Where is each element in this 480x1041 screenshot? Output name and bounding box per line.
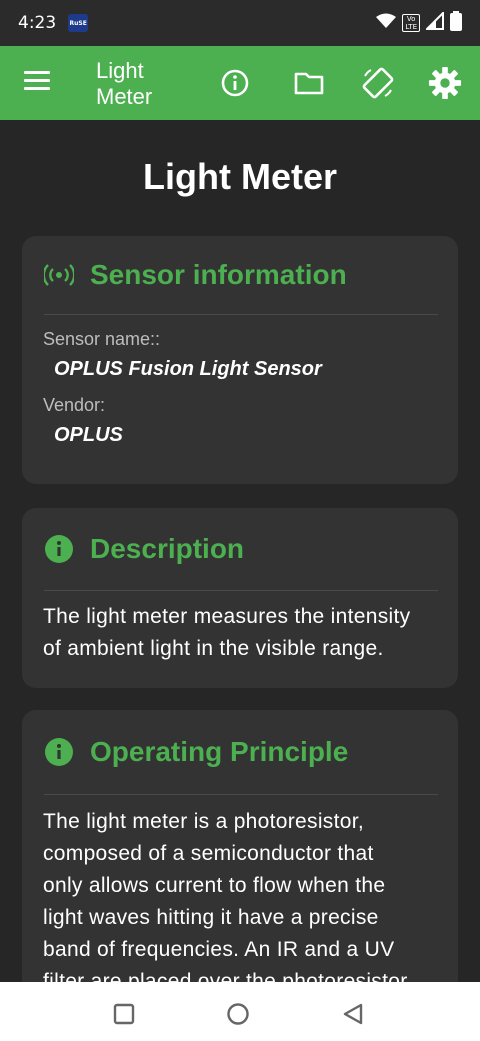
principle-line: band of frequencies. An IR and a UV	[43, 938, 395, 961]
divider	[44, 314, 438, 315]
info-icon	[44, 737, 74, 767]
menu-icon[interactable]	[24, 71, 50, 93]
folder-icon[interactable]	[292, 66, 326, 100]
navigation-bar	[0, 982, 480, 1041]
signal-icon	[424, 10, 444, 34]
page-title: Light Meter	[143, 156, 337, 197]
operating-principle-card: Operating Principle The light meter is a…	[22, 710, 458, 982]
sensor-name-label: Sensor name::	[43, 329, 161, 349]
volte-icon: Vo LTE	[402, 14, 420, 32]
divider	[44, 794, 438, 795]
back-icon[interactable]	[341, 1002, 365, 1026]
settings-icon[interactable]	[428, 66, 462, 100]
description-card-title: Description	[90, 533, 245, 564]
main-content[interactable]: Light Meter Sensor information Sensor na…	[0, 120, 480, 982]
vendor-label: Vendor:	[43, 395, 106, 415]
description-line: of ambient light in the visible range.	[43, 637, 384, 660]
sensor-card-title: Sensor information	[90, 259, 347, 290]
sensor-info-card: Sensor information Sensor name:: OPLUS F…	[22, 236, 458, 484]
principle-line: composed of a semiconductor that	[43, 842, 374, 865]
principle-line: filter are placed over the photoresistor	[43, 970, 408, 982]
status-time: 4:23	[18, 13, 57, 33]
sensor-icon	[44, 260, 74, 290]
principle-line: light waves hitting it have a precise	[43, 906, 379, 929]
description-text: The light meter measures the intensity o…	[22, 601, 458, 665]
status-bar: 4:23 RuSE Vo LTE	[0, 0, 480, 46]
app-bar-title: Light Meter	[96, 58, 153, 109]
app-badge-icon: RuSE	[68, 14, 89, 32]
wifi-icon	[376, 13, 397, 33]
app-bar: Light Meter	[0, 46, 480, 120]
description-line: The light meter measures the intensity	[43, 605, 411, 628]
info-icon[interactable]	[218, 66, 252, 100]
battery-icon	[450, 11, 462, 35]
principle-line: only allows current to flow when the	[43, 874, 386, 897]
principle-text: The light meter is a photoresistor, comp…	[22, 806, 458, 982]
sensor-name-value: OPLUS Fusion Light Sensor	[54, 358, 322, 380]
screen-rotation-icon[interactable]	[361, 66, 395, 100]
vendor-value: OPLUS	[54, 424, 123, 446]
divider	[44, 590, 438, 591]
principle-card-title: Operating Principle	[90, 736, 349, 767]
principle-line: The light meter is a photoresistor,	[43, 810, 364, 833]
home-icon[interactable]	[226, 1002, 250, 1026]
info-icon	[44, 534, 74, 564]
description-card: Description The light meter measures the…	[22, 508, 458, 688]
recents-icon[interactable]	[112, 1002, 136, 1026]
